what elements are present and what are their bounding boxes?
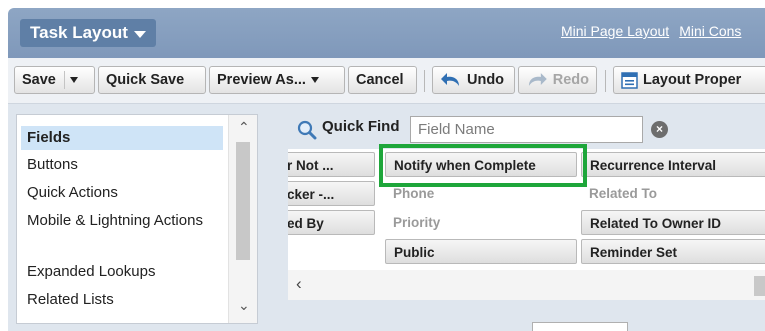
field-reminder-set[interactable]: Reminder Set <box>581 239 765 264</box>
scrollbar-thumb[interactable] <box>754 276 765 296</box>
save-dropdown-icon[interactable] <box>69 77 78 83</box>
layout-title: Task Layout <box>30 23 128 42</box>
category-related-lists[interactable]: Related Lists <box>27 290 114 309</box>
category-expanded-lookups[interactable]: Expanded Lookups <box>27 262 155 281</box>
field-item[interactable]: ed By <box>288 210 375 235</box>
caret-down-icon <box>133 30 146 38</box>
save-label: Save <box>22 72 56 88</box>
field-item[interactable]: r Not ... <box>288 152 375 177</box>
chevron-up-icon[interactable]: ⌃ <box>238 119 250 136</box>
quick-find-label: Quick Find <box>322 118 400 135</box>
palette-category-list: Fields Buttons Quick Actions Mobile & Li… <box>16 114 258 324</box>
field-related-to: Related To <box>589 186 658 201</box>
layout-properties-label: Layout Proper <box>643 72 742 88</box>
layout-properties-button[interactable]: Layout Proper <box>613 66 765 94</box>
field-related-to-owner-id[interactable]: Related To Owner ID <box>581 210 765 235</box>
search-icon <box>297 120 317 140</box>
quick-save-label: Quick Save <box>106 72 185 88</box>
layout-title-menu[interactable]: Task Layout <box>20 19 156 47</box>
save-button[interactable]: Save <box>14 66 95 94</box>
split-divider <box>63 71 65 89</box>
highlight-box <box>379 144 587 187</box>
undo-icon <box>441 73 459 86</box>
field-priority: Priority <box>393 215 441 230</box>
category-mobile-lightning-actions[interactable]: Mobile & Lightning Actions <box>27 211 217 230</box>
cancel-button[interactable]: Cancel <box>348 66 417 94</box>
preview-dropdown-icon <box>310 77 319 83</box>
quick-find-input[interactable] <box>410 116 643 143</box>
field-grid-scrollbar[interactable]: ‹ <box>288 270 765 300</box>
category-quick-actions[interactable]: Quick Actions <box>27 183 118 202</box>
clear-search-icon[interactable]: × <box>651 121 668 138</box>
scrollbar-thumb[interactable] <box>236 142 250 260</box>
undo-label: Undo <box>467 72 505 88</box>
field-public[interactable]: Public <box>385 239 577 264</box>
category-fields[interactable]: Fields <box>21 126 223 150</box>
category-scrollbar[interactable]: ⌃ ⌄ <box>228 115 257 323</box>
quick-save-button[interactable]: Quick Save <box>98 66 206 94</box>
redo-label: Redo <box>552 72 589 88</box>
category-buttons[interactable]: Buttons <box>27 155 78 174</box>
layout-header: Task Layout Mini Page Layout Mini Cons <box>8 8 765 58</box>
cancel-label: Cancel <box>356 72 404 88</box>
preview-as-button[interactable]: Preview As... <box>209 66 345 94</box>
undo-button[interactable]: Undo <box>432 66 515 94</box>
chevron-left-icon[interactable]: ‹ <box>296 274 302 294</box>
chevron-down-icon[interactable]: ⌄ <box>238 297 250 314</box>
redo-icon <box>528 73 547 86</box>
field-recurrence-interval[interactable]: Recurrence Interval <box>581 152 765 177</box>
toolbar: Save Quick Save Preview As... Cancel Und… <box>8 58 765 104</box>
mini-page-layout-link[interactable]: Mini Page Layout <box>561 23 669 39</box>
preview-as-label: Preview As... <box>217 72 306 88</box>
layout-properties-icon <box>621 71 638 89</box>
field-item[interactable]: cker -... <box>288 181 375 206</box>
mini-console-link[interactable]: Mini Cons <box>679 23 741 39</box>
redo-button[interactable]: Redo <box>518 66 597 94</box>
toolbar-divider <box>605 70 606 92</box>
header-links: Mini Page Layout Mini Cons <box>561 23 741 39</box>
resize-tab[interactable] <box>532 322 628 331</box>
toolbar-divider <box>424 70 425 92</box>
